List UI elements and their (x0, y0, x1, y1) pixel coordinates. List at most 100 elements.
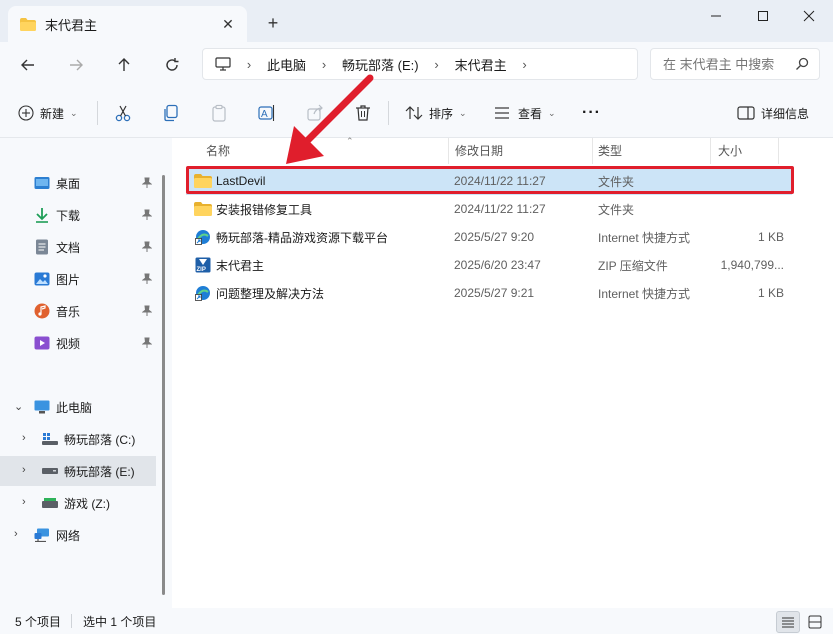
table-row[interactable]: 畅玩部落-精品游戏资源下载平台 2025/5/27 9:20 Internet … (186, 223, 792, 251)
chevron-right-icon[interactable]: › (22, 496, 26, 508)
download-icon (34, 207, 50, 223)
breadcrumb-separator[interactable]: › (239, 57, 259, 72)
sidebar-item-label: 视频 (56, 336, 81, 351)
file-size: 1,940,799... (720, 258, 784, 272)
column-header-date[interactable]: 修改日期 (455, 138, 503, 162)
new-button[interactable]: 新建 ⌄ (18, 102, 78, 124)
details-label: 详细信息 (761, 106, 810, 121)
sidebar-item-videos[interactable]: 视频 (0, 328, 156, 358)
tab-active[interactable]: 末代君主 ✕ (8, 6, 247, 42)
view-button[interactable]: 查看 ⌄ (494, 102, 556, 124)
search-box[interactable] (650, 48, 820, 80)
table-row[interactable]: 安装报错修复工具 2024/11/22 11:27 文件夹 (186, 195, 792, 223)
sidebar-scrollbar[interactable] (162, 175, 165, 595)
up-button[interactable] (111, 52, 137, 78)
details-view-button[interactable] (776, 611, 800, 633)
file-list: 名称 修改日期 类型 大小 ⌃ LastDevil 2024/11/22 11:… (172, 136, 833, 608)
sidebar-item-drive-e[interactable]: › 畅玩部落 (E:) (0, 456, 156, 486)
file-name: 安装报错修复工具 (216, 202, 313, 217)
tiles-view-icon (808, 615, 822, 629)
chevron-right-icon[interactable]: › (14, 528, 18, 540)
breadcrumb-current-folder[interactable]: 末代君主 (447, 55, 515, 74)
breadcrumb-separator[interactable]: › (515, 57, 535, 72)
folder-icon (194, 201, 212, 217)
address-bar[interactable]: › 此电脑 › 畅玩部落 (E:) › 末代君主 › (202, 48, 638, 80)
chevron-down-icon: ⌄ (70, 107, 78, 118)
sidebar-item-drive-c[interactable]: › 畅玩部落 (C:) (0, 424, 156, 454)
forward-button[interactable] (63, 52, 89, 78)
view-lines-icon (494, 106, 510, 120)
sidebar-item-this-pc[interactable]: ⌄ 此电脑 (0, 392, 156, 422)
tiles-view-button[interactable] (803, 611, 827, 633)
svg-text:A: A (261, 109, 268, 120)
cut-button[interactable] (114, 102, 132, 124)
column-divider[interactable] (778, 138, 779, 164)
column-header-name[interactable]: 名称 (206, 138, 230, 162)
network-icon (34, 527, 50, 543)
desktop-icon (34, 175, 50, 191)
rename-button[interactable]: A (258, 102, 276, 124)
windows-drive-icon (42, 431, 58, 447)
copy-button[interactable] (162, 102, 180, 124)
file-size: 1 KB (757, 286, 784, 300)
breadcrumb-separator[interactable]: › (427, 57, 447, 72)
column-divider[interactable] (710, 138, 711, 164)
file-size (698, 195, 784, 223)
column-header-type[interactable]: 类型 (598, 138, 622, 162)
table-row[interactable]: ZIP 末代君主 2025/6/20 23:47 ZIP 压缩文件 1,940,… (186, 251, 792, 279)
list-view-icon (782, 617, 794, 628)
sidebar-item-label: 网络 (56, 528, 81, 543)
pin-icon[interactable] (141, 177, 153, 192)
navigation-pane: 桌面 下载 文档 图片 音乐 视频 ⌄ 此电脑 › 畅玩部落 (C:) › 畅玩… (0, 138, 172, 608)
divider (388, 101, 389, 125)
table-row[interactable]: 问题整理及解决方法 2025/5/27 9:21 Internet 快捷方式 1… (186, 279, 792, 307)
file-name: 畅玩部落-精品游戏资源下载平台 (216, 230, 388, 245)
paste-button[interactable] (210, 102, 228, 124)
sidebar-item-pictures[interactable]: 图片 (0, 264, 156, 294)
sidebar-item-network[interactable]: › 网络 (0, 520, 156, 550)
file-type: Internet 快捷方式 (598, 230, 691, 245)
chevron-down-icon[interactable]: ⌄ (14, 400, 23, 413)
pin-icon[interactable] (141, 305, 153, 320)
document-icon (34, 239, 50, 255)
sidebar-item-label: 畅玩部落 (E:) (64, 464, 135, 479)
chevron-right-icon[interactable]: › (22, 432, 26, 444)
pin-icon[interactable] (141, 273, 153, 288)
pin-icon[interactable] (141, 209, 153, 224)
sidebar-item-downloads[interactable]: 下载 (0, 200, 156, 230)
chevron-right-icon[interactable]: › (22, 464, 26, 476)
tab-close-button[interactable]: ✕ (219, 15, 237, 33)
scissors-icon (114, 104, 132, 122)
close-window-button[interactable] (786, 4, 832, 28)
sidebar-item-documents[interactable]: 文档 (0, 232, 156, 262)
maximize-button[interactable] (740, 4, 786, 28)
search-icon[interactable] (795, 57, 809, 74)
sort-button[interactable]: 排序 ⌄ (405, 102, 467, 124)
sidebar-item-label: 此电脑 (56, 400, 93, 415)
table-row[interactable]: LastDevil 2024/11/22 11:27 文件夹 (186, 167, 792, 195)
sidebar-item-label: 畅玩部落 (C:) (64, 432, 136, 447)
video-icon (34, 335, 50, 351)
file-name: 末代君主 (216, 258, 265, 273)
search-input[interactable] (663, 56, 788, 72)
column-divider[interactable] (592, 138, 593, 164)
column-header-size[interactable]: 大小 (718, 138, 742, 162)
refresh-button[interactable] (159, 52, 185, 78)
sidebar-item-music[interactable]: 音乐 (0, 296, 156, 326)
sidebar-item-drive-z[interactable]: › 游戏 (Z:) (0, 488, 156, 518)
column-divider[interactable] (448, 138, 449, 164)
pin-icon[interactable] (141, 241, 153, 256)
internet-shortcut-icon (194, 229, 212, 245)
pin-icon[interactable] (141, 337, 153, 352)
sidebar-item-desktop[interactable]: 桌面 (0, 168, 156, 198)
drive-icon (42, 463, 58, 479)
details-pane-button[interactable]: 详细信息 (737, 102, 809, 124)
back-button[interactable] (15, 52, 41, 78)
minimize-button[interactable] (693, 4, 739, 28)
more-options-button[interactable]: ··· (582, 102, 601, 124)
new-tab-button[interactable]: + (262, 12, 284, 34)
sidebar-item-label: 游戏 (Z:) (64, 496, 110, 511)
tab-title: 末代君主 (45, 17, 98, 33)
file-name-cell: 问题整理及解决方法 (194, 279, 324, 307)
picture-icon (34, 271, 50, 287)
